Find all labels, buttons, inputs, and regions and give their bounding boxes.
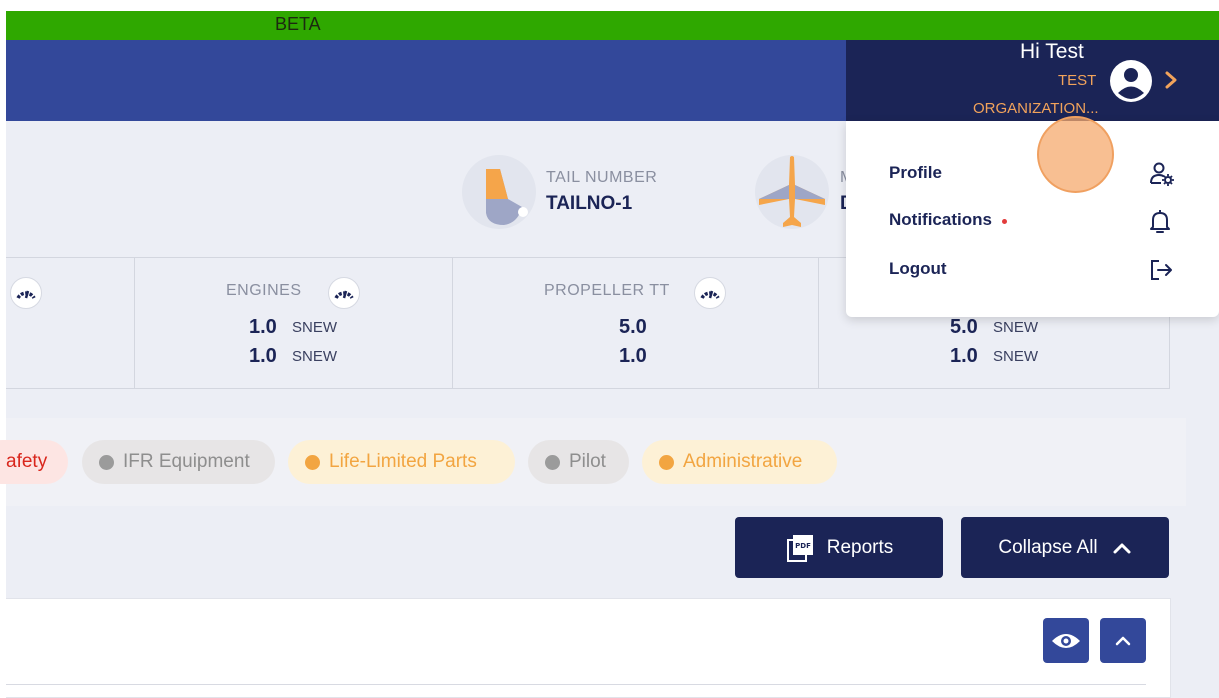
stat-value: 5.0 (950, 316, 978, 338)
tail-number-label: TAIL NUMBER (546, 169, 658, 186)
tail-icon (462, 155, 536, 229)
filter-chip-label: Life-Limited Parts (329, 451, 477, 472)
chevron-up-icon (1115, 636, 1131, 645)
stat-value: 1.0 (249, 345, 277, 367)
status-dot (99, 454, 114, 470)
view-button[interactable] (1043, 618, 1089, 663)
gauge-icon[interactable] (328, 277, 360, 309)
gauge-icon[interactable] (694, 277, 726, 309)
stat-divider (818, 257, 819, 389)
chevron-right-icon[interactable] (1163, 70, 1179, 90)
stat-label: PROPELLER TT (544, 282, 670, 299)
organization-name-continued: ORGANIZATION... (973, 100, 1099, 117)
stat-divider (134, 257, 135, 389)
notification-dot (1002, 219, 1007, 224)
filter-chip-label: Administrative (683, 451, 803, 472)
stat-unit: SNEW (993, 348, 1038, 365)
gauge-icon[interactable] (10, 277, 42, 309)
stat-unit: SNEW (993, 319, 1038, 336)
user-settings-icon[interactable] (1148, 160, 1176, 188)
tail-number-value: TAILNO-1 (546, 193, 633, 214)
organization-name: TEST (1058, 72, 1097, 89)
stat-divider (452, 257, 453, 389)
stat-value: 1.0 (249, 316, 277, 338)
filter-chip-administrative[interactable]: Administrative (642, 440, 837, 484)
filter-chip-label: IFR Equipment (123, 451, 250, 472)
filter-chip-ifr-equipment[interactable]: IFR Equipment (82, 440, 275, 484)
card-divider (6, 684, 1146, 685)
filter-chip-pilot[interactable]: Pilot (528, 440, 629, 484)
click-indicator (1037, 116, 1114, 193)
filter-chip-safety[interactable]: afety (0, 440, 68, 484)
stat-unit: SNEW (292, 319, 337, 336)
menu-item-notifications[interactable]: Notifications (889, 210, 992, 230)
chevron-up-icon (1113, 543, 1131, 553)
collapse-all-label: Collapse All (998, 536, 1098, 558)
status-dot (659, 454, 674, 470)
stat-value: 1.0 (619, 345, 647, 367)
menu-item-logout[interactable]: Logout (889, 259, 947, 279)
collapse-all-button[interactable]: Collapse All (961, 517, 1169, 578)
filter-chip-life-limited-parts[interactable]: Life-Limited Parts (288, 440, 515, 484)
stat-unit: SNEW (292, 348, 337, 365)
collapse-section-button[interactable] (1100, 618, 1146, 663)
filter-chip-label: afety (6, 451, 48, 472)
reports-label: Reports (826, 536, 894, 558)
stat-label: ENGINES (226, 282, 302, 299)
stat-value: 1.0 (950, 345, 978, 367)
user-greeting: Hi Test (1020, 40, 1084, 63)
menu-item-profile[interactable]: Profile (889, 163, 942, 183)
filter-chip-label: Pilot (569, 451, 606, 472)
eye-icon (1052, 633, 1080, 648)
user-avatar-icon[interactable] (1109, 59, 1153, 103)
beta-banner (6, 11, 1219, 40)
reports-button[interactable]: PDF Reports (735, 517, 943, 578)
status-dot (545, 454, 560, 470)
stat-value: 5.0 (619, 316, 647, 338)
bell-icon[interactable] (1146, 207, 1174, 235)
section-card (6, 598, 1171, 698)
pdf-icon: PDF (786, 534, 813, 562)
svg-text:PDF: PDF (795, 542, 811, 550)
airplane-icon (755, 155, 829, 229)
logout-icon[interactable] (1147, 256, 1175, 284)
beta-label: BETA (275, 14, 321, 34)
status-dot (305, 454, 320, 470)
